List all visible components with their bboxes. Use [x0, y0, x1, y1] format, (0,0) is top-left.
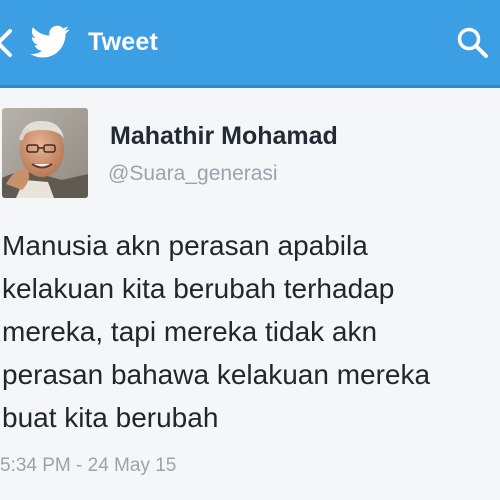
tweet-timestamp: 5:34 PM - 24 May 15 — [0, 455, 177, 476]
page-title: Tweet — [88, 28, 158, 56]
top-app-bar: Tweet — [0, 0, 500, 88]
twitter-bird-icon — [30, 25, 70, 58]
chevron-left-icon[interactable] — [0, 28, 16, 58]
tweet-detail-screen: Tweet Mahathir Mohamad @Suara_generasi M… — [0, 0, 500, 500]
tweet-text-line: Manusia akn perasan apabila — [2, 230, 368, 261]
tweet-text-line: mereka, tapi mereka tidak akn — [2, 316, 378, 347]
author-name[interactable]: Mahathir Mohamad — [110, 122, 338, 151]
tweet-text-line: kelakuan kita berubah terhadap — [2, 273, 395, 304]
tweet-text-line: buat kita berubah — [2, 402, 219, 433]
search-icon[interactable] — [456, 26, 490, 60]
tweet-text-line: perasan bahawa kelakuan mereka — [2, 359, 431, 390]
author-handle[interactable]: @Suara_generasi — [108, 162, 278, 186]
avatar[interactable] — [2, 108, 88, 198]
tweet-text: Manusia akn perasan apabila kelakuan kit… — [2, 224, 500, 439]
